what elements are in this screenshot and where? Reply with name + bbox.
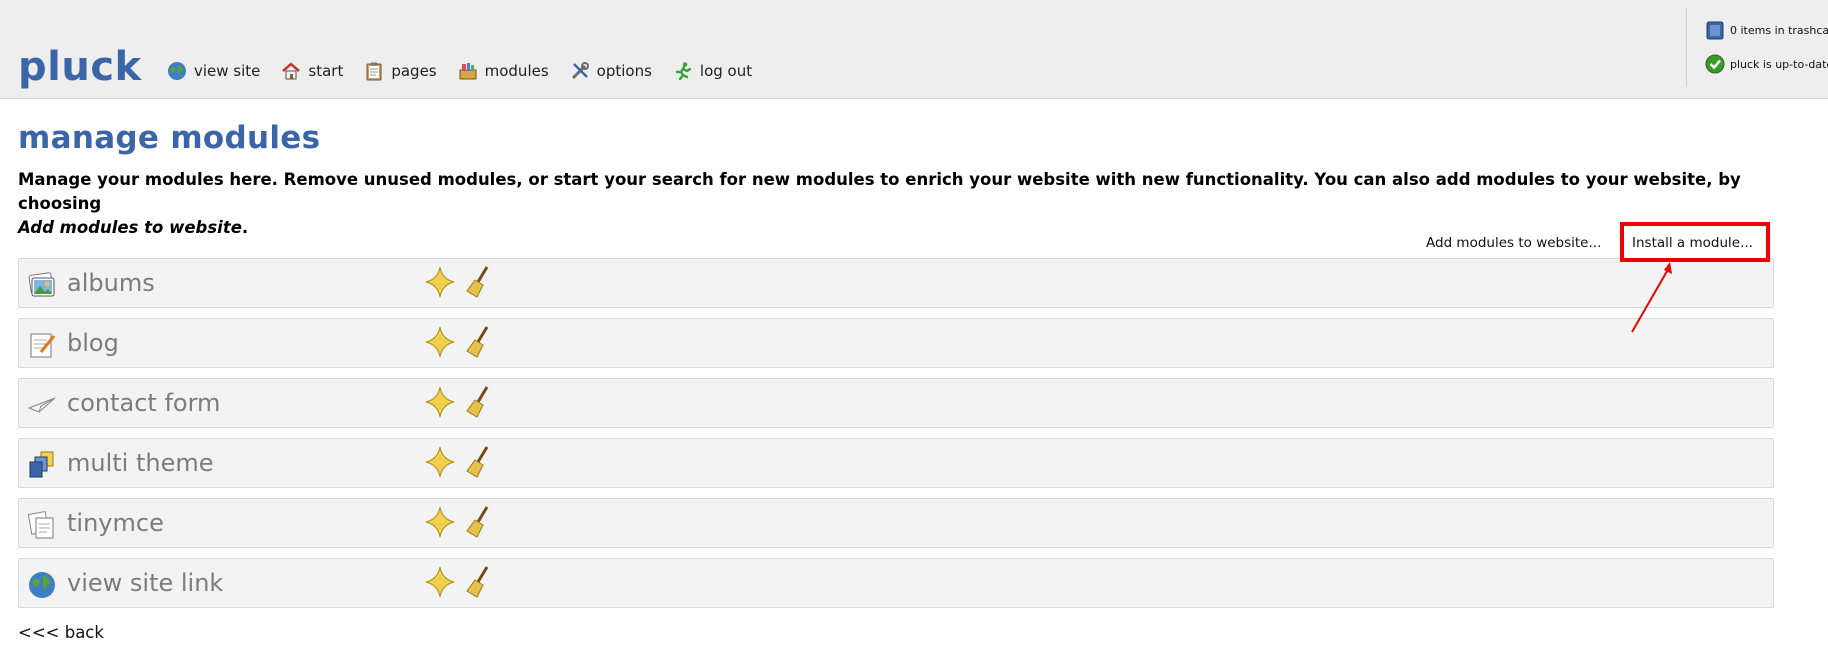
main-nav: view site start pages modules options lo… xyxy=(166,60,772,82)
star-icon[interactable] xyxy=(423,445,457,479)
blog-icon xyxy=(27,330,57,360)
module-name: blog xyxy=(67,329,119,357)
nav-label: start xyxy=(308,62,344,80)
module-row-actions xyxy=(423,445,499,479)
star-icon[interactable] xyxy=(423,385,457,419)
module-row: view site link xyxy=(18,558,1774,608)
tools-icon xyxy=(569,60,591,82)
globe-icon xyxy=(166,60,188,82)
page-title: manage modules xyxy=(18,120,321,156)
intro-emphasis: Add modules to website xyxy=(18,218,242,237)
broom-icon[interactable] xyxy=(461,385,495,419)
star-icon[interactable] xyxy=(423,505,457,539)
globe-icon xyxy=(27,570,57,600)
module-name: tinymce xyxy=(67,509,164,537)
star-icon[interactable] xyxy=(423,565,457,599)
module-name: view site link xyxy=(67,569,224,597)
tinymce-icon xyxy=(27,510,57,540)
broom-icon[interactable] xyxy=(461,505,495,539)
header: pluck view site start pages modules opti… xyxy=(0,0,1828,99)
nav-label: options xyxy=(596,62,652,80)
broom-icon[interactable] xyxy=(461,325,495,359)
trash-status[interactable]: 0 items in trashca xyxy=(1705,20,1828,40)
nav-options[interactable]: options xyxy=(569,60,652,82)
trash-icon xyxy=(1705,20,1725,40)
back-link[interactable]: <<< back xyxy=(18,623,104,642)
module-row: blog xyxy=(18,318,1774,368)
trash-label: 0 items in trashca xyxy=(1730,23,1828,37)
update-status: pluck is up-to-date xyxy=(1705,54,1828,74)
nav-label: modules xyxy=(484,62,549,80)
module-row: multi theme xyxy=(18,438,1774,488)
albums-icon xyxy=(27,270,57,300)
nav-start[interactable]: start xyxy=(280,60,343,82)
nav-label: pages xyxy=(391,62,437,80)
intro-end: . xyxy=(241,218,249,237)
star-icon[interactable] xyxy=(423,265,457,299)
status-panel: 0 items in trashca pluck is up-to-date xyxy=(1686,8,1828,87)
module-row-actions xyxy=(423,325,499,359)
paper-plane-icon xyxy=(27,390,57,420)
nav-label: log out xyxy=(699,62,753,80)
nav-log-out[interactable]: log out xyxy=(672,60,752,82)
module-row: tinymce xyxy=(18,498,1774,548)
module-row-actions xyxy=(423,565,499,599)
highlight-box xyxy=(1620,222,1770,262)
nav-modules[interactable]: modules xyxy=(457,60,549,82)
star-icon[interactable] xyxy=(423,325,457,359)
update-label: pluck is up-to-date xyxy=(1730,57,1828,71)
home-icon xyxy=(280,60,302,82)
clipboard-icon xyxy=(363,60,385,82)
module-row-actions xyxy=(423,385,499,419)
modules-icon xyxy=(457,60,479,82)
broom-icon[interactable] xyxy=(461,265,495,299)
nav-view-site[interactable]: view site xyxy=(166,60,260,82)
add-modules-link[interactable]: Add modules to website... xyxy=(1426,235,1601,251)
running-man-icon xyxy=(672,60,694,82)
broom-icon[interactable] xyxy=(461,565,495,599)
multi-theme-icon xyxy=(27,450,57,480)
module-row-actions xyxy=(423,265,499,299)
nav-label: view site xyxy=(194,62,261,80)
check-icon xyxy=(1705,54,1725,74)
nav-pages[interactable]: pages xyxy=(363,60,437,82)
module-name: multi theme xyxy=(67,449,214,477)
module-name: albums xyxy=(67,269,155,297)
module-row-actions xyxy=(423,505,499,539)
module-row: albums xyxy=(18,258,1774,308)
broom-icon[interactable] xyxy=(461,445,495,479)
module-list: albums blog contact form multi theme tin… xyxy=(18,258,1774,618)
module-name: contact form xyxy=(67,389,221,417)
intro-body: Manage your modules here. Remove unused … xyxy=(18,170,1741,213)
logo[interactable]: pluck xyxy=(18,44,142,90)
arrow-annotation xyxy=(1631,262,1672,333)
module-row: contact form xyxy=(18,378,1774,428)
